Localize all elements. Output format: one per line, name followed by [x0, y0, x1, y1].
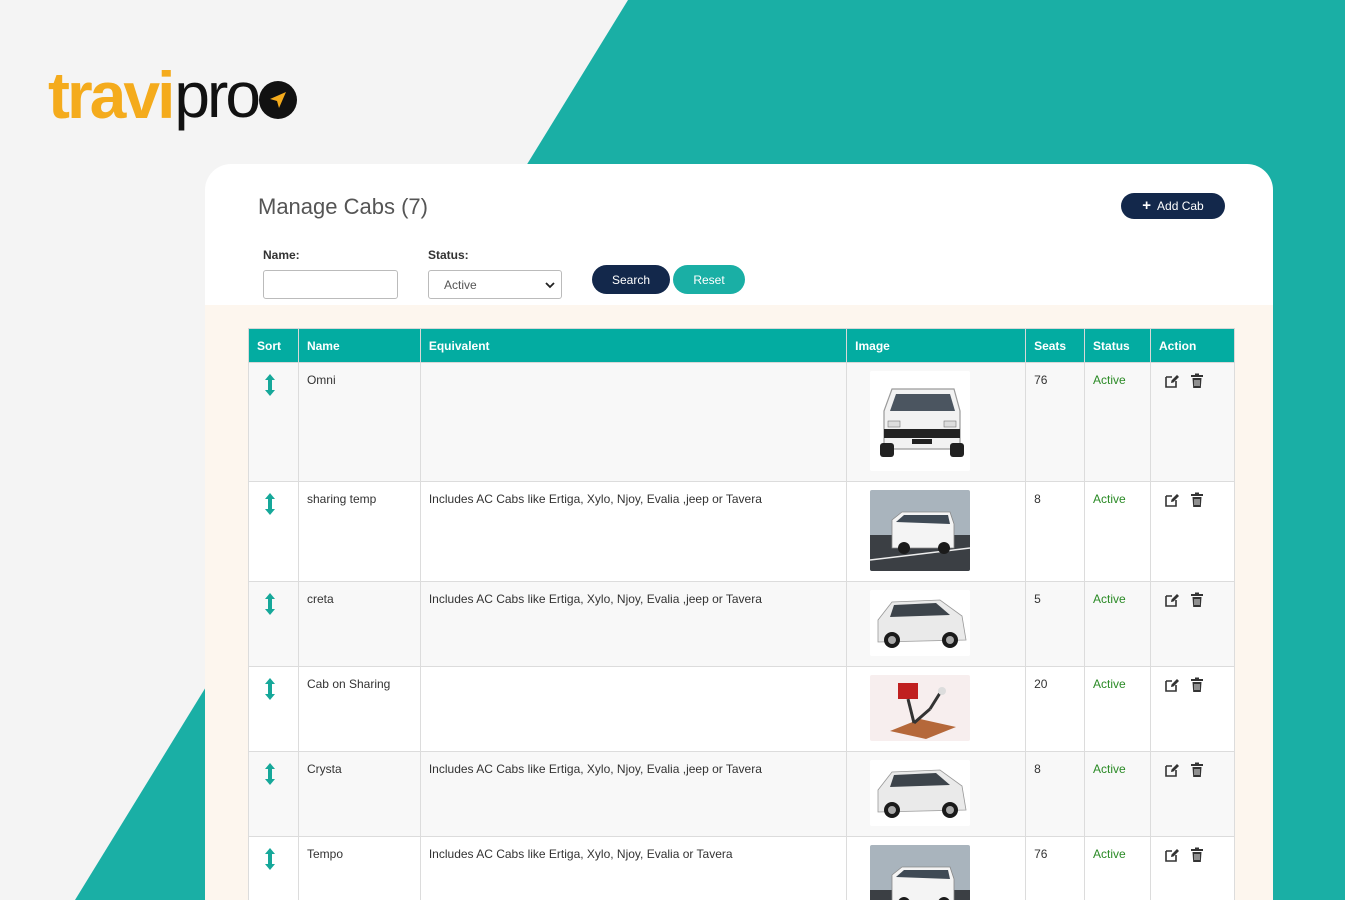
cab-equivalent — [419, 362, 848, 482]
delete-icon[interactable] — [1190, 762, 1204, 778]
page-title: Manage Cabs (7) — [258, 194, 428, 219]
table-area: Sort Name Equivalent Image Seats Status … — [205, 305, 1273, 900]
sort-handle-icon[interactable] — [263, 592, 277, 616]
status-filter-value: Active — [444, 277, 477, 292]
edit-icon[interactable] — [1164, 592, 1180, 608]
cab-image-cell — [846, 666, 1027, 752]
cab-image-cell — [846, 481, 1027, 582]
logo-text-pro: pro — [174, 59, 260, 131]
cab-status: Active — [1084, 836, 1151, 900]
cab-status: Active — [1084, 751, 1151, 837]
edit-icon[interactable] — [1164, 847, 1180, 863]
cab-name: Cab on Sharing — [297, 666, 421, 752]
column-header-action: Action — [1150, 328, 1235, 363]
cab-status: Active — [1084, 581, 1151, 667]
cab-equivalent: Includes AC Cabs like Ertiga, Xylo, Njoy… — [419, 751, 848, 837]
cabs-table: Sort Name Equivalent Image Seats Status … — [248, 328, 1235, 900]
sort-cell — [248, 581, 299, 667]
cab-image-tempo-road — [870, 845, 971, 900]
table-row: creta Includes AC Cabs like Ertiga, Xylo… — [248, 581, 1235, 667]
cab-seats: 76 — [1025, 836, 1086, 900]
name-filter-input[interactable] — [263, 270, 398, 299]
column-header-status[interactable]: Status — [1084, 328, 1151, 363]
delete-icon[interactable] — [1190, 677, 1204, 693]
cab-equivalent: Includes AC Cabs like Ertiga, Xylo, Njoy… — [419, 481, 848, 582]
table-row: Cab on Sharing 20 Active — [248, 666, 1235, 752]
status-filter-select[interactable]: Active — [428, 270, 562, 299]
cab-seats: 8 — [1025, 751, 1086, 837]
cab-equivalent: Includes AC Cabs like Ertiga, Xylo, Njoy… — [419, 581, 848, 667]
action-cell — [1150, 481, 1235, 582]
cab-image-white-suv — [870, 590, 971, 656]
plus-icon: + — [1142, 197, 1152, 214]
column-header-image: Image — [846, 328, 1027, 363]
action-cell — [1150, 751, 1235, 837]
sort-cell — [248, 836, 299, 900]
table-row: Omni 76 Active — [248, 362, 1235, 482]
sort-handle-icon[interactable] — [263, 373, 277, 397]
sort-handle-icon[interactable] — [263, 762, 277, 786]
edit-icon[interactable] — [1164, 492, 1180, 508]
chevron-down-icon — [545, 282, 555, 289]
add-cab-label: Add Cab — [1157, 199, 1204, 213]
cab-equivalent: Includes AC Cabs like Ertiga, Xylo, Njoy… — [419, 836, 848, 900]
navigation-arrow-icon — [258, 81, 297, 119]
action-cell — [1150, 362, 1235, 482]
table-row: Crysta Includes AC Cabs like Ertiga, Xyl… — [248, 751, 1235, 837]
cab-name: Crysta — [297, 751, 421, 837]
sort-cell — [248, 362, 299, 482]
column-header-equivalent[interactable]: Equivalent — [419, 328, 848, 363]
cab-image-cell — [846, 751, 1027, 837]
sort-cell — [248, 666, 299, 752]
sort-handle-icon[interactable] — [263, 492, 277, 516]
edit-icon[interactable] — [1164, 762, 1180, 778]
delete-icon[interactable] — [1190, 492, 1204, 508]
cab-name: sharing temp — [297, 481, 421, 582]
edit-icon[interactable] — [1164, 373, 1180, 389]
cab-image-white-suv — [870, 760, 971, 826]
cab-image-cell — [846, 581, 1027, 667]
column-header-seats[interactable]: Seats — [1025, 328, 1086, 363]
reset-button[interactable]: Reset — [673, 265, 745, 294]
sort-cell — [248, 481, 299, 582]
cab-seats: 5 — [1025, 581, 1086, 667]
delete-icon[interactable] — [1190, 373, 1204, 389]
add-cab-button[interactable]: + Add Cab — [1121, 193, 1225, 219]
cab-status: Active — [1084, 666, 1151, 752]
cab-name: creta — [297, 581, 421, 667]
search-button[interactable]: Search — [592, 265, 670, 294]
cab-image-cell — [846, 836, 1027, 900]
cab-image-cell — [846, 362, 1027, 482]
sort-cell — [248, 751, 299, 837]
travipro-logo: travi pro — [48, 60, 297, 140]
cab-image-red-machine — [870, 675, 971, 741]
delete-icon[interactable] — [1190, 847, 1204, 863]
name-filter-label: Name: — [263, 248, 300, 262]
edit-icon[interactable] — [1164, 677, 1180, 693]
cab-image-tempo-road — [870, 490, 971, 571]
cab-seats: 76 — [1025, 362, 1086, 482]
sort-handle-icon[interactable] — [263, 677, 277, 701]
manage-cabs-card: Manage Cabs (7) + Add Cab Name: Status: … — [205, 164, 1273, 900]
cab-equivalent — [419, 666, 848, 752]
column-header-sort[interactable]: Sort — [248, 328, 299, 363]
action-cell — [1150, 836, 1235, 900]
logo-text-travi: travi — [48, 58, 175, 132]
cab-seats: 8 — [1025, 481, 1086, 582]
table-row: sharing temp Includes AC Cabs like Ertig… — [248, 481, 1235, 582]
cab-status: Active — [1084, 362, 1151, 482]
table-row: Tempo Includes AC Cabs like Ertiga, Xylo… — [248, 836, 1235, 900]
status-filter-label: Status: — [428, 248, 469, 262]
action-cell — [1150, 581, 1235, 667]
cab-name: Tempo — [297, 836, 421, 900]
action-cell — [1150, 666, 1235, 752]
cab-seats: 20 — [1025, 666, 1086, 752]
delete-icon[interactable] — [1190, 592, 1204, 608]
column-header-name[interactable]: Name — [297, 328, 421, 363]
cab-status: Active — [1084, 481, 1151, 582]
sort-handle-icon[interactable] — [263, 847, 277, 871]
cab-name: Omni — [297, 362, 421, 482]
cab-image-white-van — [870, 371, 971, 471]
